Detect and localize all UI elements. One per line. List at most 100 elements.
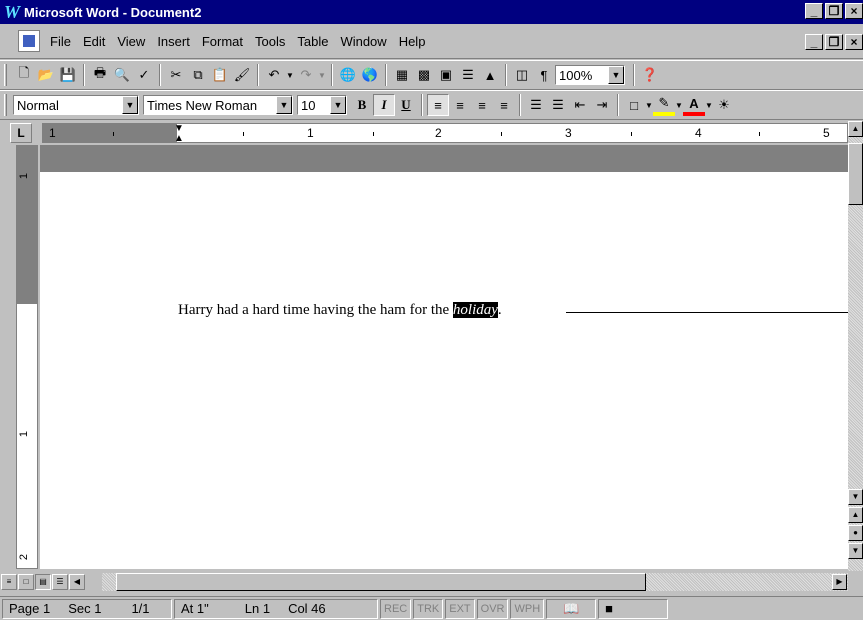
previous-page-button[interactable]: ▲ — [848, 507, 863, 523]
chevron-down-icon[interactable]: ▼ — [122, 96, 138, 114]
highlight-dropdown-icon[interactable]: ▼ — [675, 94, 683, 116]
increase-indent-icon[interactable]: ⇥ — [591, 94, 613, 116]
status-wph[interactable]: WPH — [510, 598, 545, 619]
web-toolbar-icon[interactable]: 🌎 — [359, 64, 381, 86]
insert-excel-icon[interactable]: ▣ — [435, 64, 457, 86]
italic-button[interactable]: I — [373, 94, 395, 116]
print-layout-view-button[interactable]: ▤ — [35, 574, 51, 590]
select-browse-object-button[interactable]: ● — [848, 525, 863, 541]
maximize-button[interactable]: ❐ — [825, 3, 843, 19]
font-color-dropdown-icon[interactable]: ▼ — [705, 94, 713, 116]
menu-view[interactable]: View — [111, 34, 151, 49]
normal-view-button[interactable]: ≡ — [1, 574, 17, 590]
doc-close-button[interactable]: × — [845, 34, 863, 50]
next-page-button[interactable]: ▼ — [848, 543, 863, 559]
align-left-icon[interactable]: ≡ — [427, 94, 449, 116]
decrease-indent-icon[interactable]: ⇤ — [569, 94, 591, 116]
font-combo[interactable]: Times New Roman ▼ — [143, 95, 293, 115]
drawing-icon[interactable]: ▲ — [479, 64, 501, 86]
menu-tools[interactable]: Tools — [249, 34, 291, 49]
indent-marker-icon[interactable]: ▼ ▲ — [173, 124, 185, 144]
office-assistant-icon[interactable]: ☀ — [713, 94, 735, 116]
open-folder-icon[interactable]: 📂 — [35, 64, 57, 86]
close-button[interactable]: × — [845, 3, 863, 19]
menu-edit[interactable]: Edit — [77, 34, 111, 49]
style-combo[interactable]: Normal ▼ — [13, 95, 139, 115]
justify-icon[interactable]: ≡ — [493, 94, 515, 116]
horizontal-scroll-thumb[interactable] — [116, 573, 646, 591]
horizontal-scrollbar[interactable] — [102, 573, 848, 591]
scroll-up-button[interactable]: ▲ — [848, 121, 863, 137]
toolbar-grip[interactable] — [4, 64, 7, 86]
format-painter-icon[interactable]: 🖌 — [231, 64, 253, 86]
redo-icon[interactable]: ↷ — [295, 64, 317, 86]
document-text[interactable]: Harry had a hard time having the ham for… — [178, 302, 453, 318]
columns-icon[interactable]: ☰ — [457, 64, 479, 86]
copy-icon[interactable]: ⧉ — [187, 64, 209, 86]
zoom-combo[interactable]: 100% ▼ — [555, 65, 625, 85]
show-hide-icon[interactable]: ¶ — [533, 64, 555, 86]
new-document-icon[interactable]: 🗋 — [13, 64, 35, 86]
underline-button[interactable]: U — [395, 94, 417, 116]
font-color-icon[interactable]: A — [683, 94, 705, 116]
document-map-icon[interactable]: ◫ — [511, 64, 533, 86]
cut-icon[interactable]: ✂ — [165, 64, 187, 86]
document-paragraph[interactable]: Harry had a hard time having the ham for… — [178, 302, 502, 319]
minimize-button[interactable]: _ — [805, 3, 823, 19]
menu-insert[interactable]: Insert — [151, 34, 196, 49]
borders-dropdown-icon[interactable]: ▼ — [645, 94, 653, 116]
align-center-icon[interactable]: ≡ — [449, 94, 471, 116]
print-icon[interactable]: 🖶 — [89, 64, 111, 86]
chevron-down-icon[interactable]: ▼ — [330, 96, 346, 114]
bold-button[interactable]: B — [351, 94, 373, 116]
undo-dropdown-icon[interactable]: ▼ — [285, 64, 295, 86]
help-icon[interactable]: ❓ — [639, 64, 661, 86]
selected-text[interactable]: holiday — [452, 302, 498, 318]
status-rec[interactable]: REC — [380, 598, 412, 619]
scroll-left-button[interactable]: ◀ — [69, 574, 85, 590]
tab-selector-button[interactable]: L — [10, 123, 32, 143]
borders-icon[interactable]: □ — [623, 94, 645, 116]
horizontal-ruler[interactable]: 1 1 2 3 4 5 ▼ ▲ — [42, 123, 848, 144]
doc-minimize-button[interactable]: _ — [805, 34, 823, 50]
menu-table[interactable]: Table — [291, 34, 334, 49]
status-ext[interactable]: EXT — [445, 598, 475, 619]
vertical-ruler[interactable]: 1 1 2 — [16, 145, 38, 569]
align-right-icon[interactable]: ≡ — [471, 94, 493, 116]
insert-table-icon[interactable]: ▩ — [413, 64, 435, 86]
save-icon[interactable]: 💾 — [57, 64, 79, 86]
toolbar-grip[interactable] — [4, 94, 7, 116]
chevron-down-icon[interactable]: ▼ — [608, 66, 624, 84]
menu-help[interactable]: Help — [393, 34, 432, 49]
bullets-icon[interactable]: ☰ — [547, 94, 569, 116]
tables-borders-icon[interactable]: ▦ — [391, 64, 413, 86]
vertical-scrollbar[interactable]: ▲ ▼ ▲ ● ▼ — [848, 121, 863, 571]
menu-window[interactable]: Window — [334, 34, 392, 49]
menu-file[interactable]: File — [44, 34, 77, 49]
undo-icon[interactable]: ↶ — [263, 64, 285, 86]
status-trk[interactable]: TRK — [413, 598, 444, 619]
paste-icon[interactable]: 📋 — [209, 64, 231, 86]
document-icon[interactable] — [18, 30, 40, 52]
document-text-end[interactable]: . — [498, 302, 502, 318]
document-page[interactable]: Harry had a hard time having the ham for… — [40, 145, 848, 569]
outline-view-button[interactable]: ☰ — [52, 574, 68, 590]
word-app-icon[interactable]: W — [2, 2, 22, 22]
doc-restore-button[interactable]: ❐ — [825, 34, 843, 50]
chevron-down-icon[interactable]: ▼ — [276, 96, 292, 114]
horizontal-scroll-row: ≡ □ ▤ ☰ ◀ ▶ — [0, 571, 848, 593]
menu-format[interactable]: Format — [196, 34, 249, 49]
scroll-right-button[interactable]: ▶ — [832, 574, 847, 590]
spelling-icon[interactable]: ✓ — [133, 64, 155, 86]
print-preview-icon[interactable]: 🔍 — [111, 64, 133, 86]
font-size-combo[interactable]: 10 ▼ — [297, 95, 347, 115]
highlight-icon[interactable]: ✎ — [653, 94, 675, 116]
status-ovr[interactable]: OVR — [476, 598, 509, 619]
numbering-icon[interactable]: ☰ — [525, 94, 547, 116]
vertical-scroll-thumb[interactable] — [848, 143, 863, 205]
spelling-status-icon[interactable]: 📖 — [546, 598, 597, 619]
redo-dropdown-icon[interactable]: ▼ — [317, 64, 327, 86]
scroll-down-button[interactable]: ▼ — [848, 489, 863, 505]
insert-hyperlink-icon[interactable]: 🌐 — [337, 64, 359, 86]
web-layout-view-button[interactable]: □ — [18, 574, 34, 590]
